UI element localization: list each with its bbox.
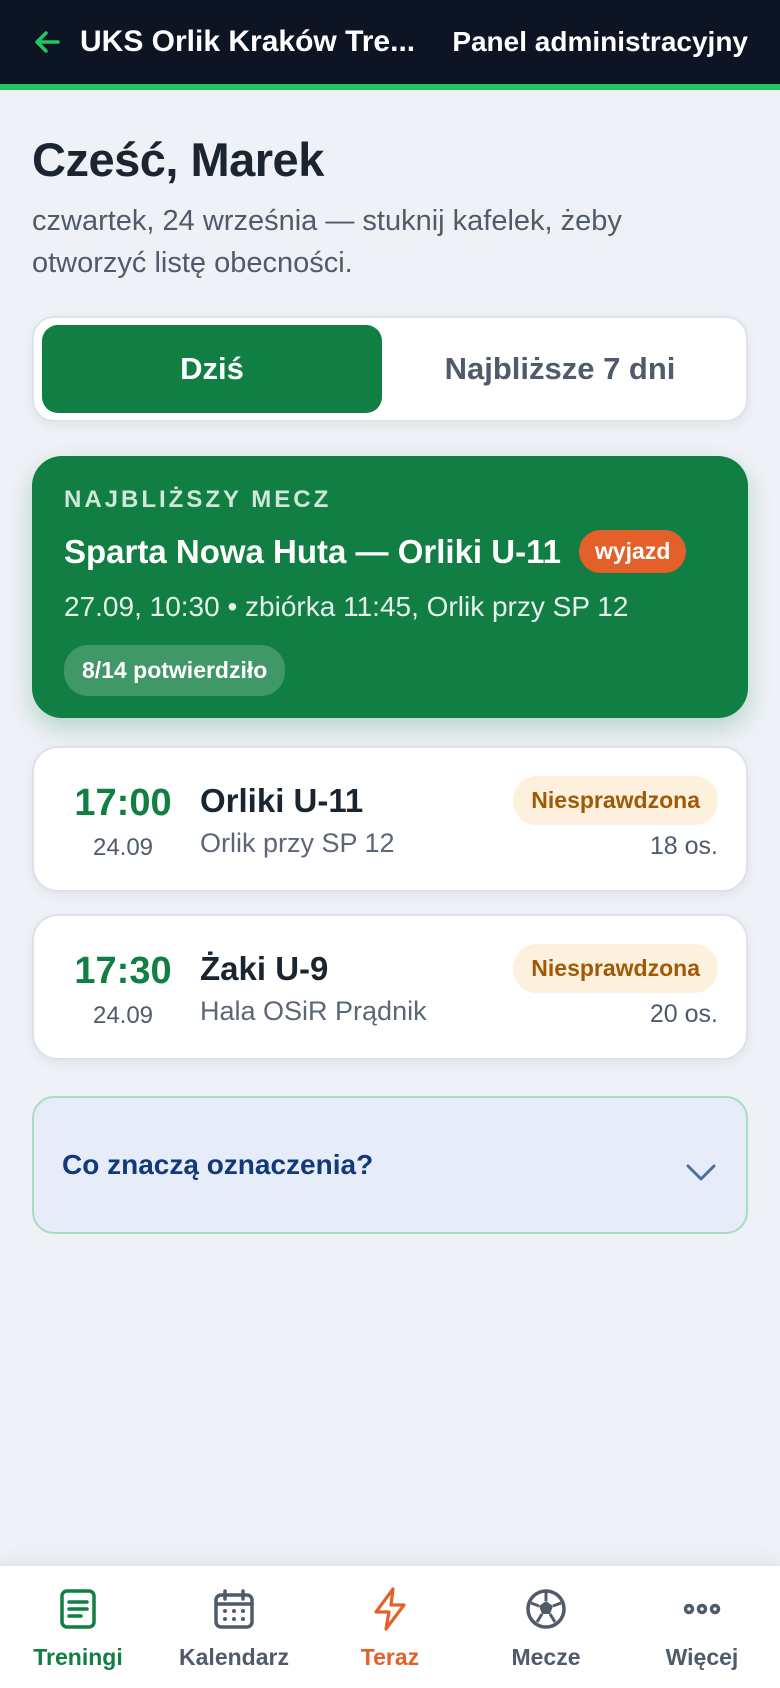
training-card[interactable]: 17:30 24.09 Żaki U-9 Hala OSiR Prądnik N… [32, 914, 748, 1060]
training-group: Żaki U-9 [200, 950, 329, 987]
training-date: 24.09 [92, 834, 154, 861]
confirmed-badge: 8/14 potwierdziło [64, 645, 286, 696]
participant-count: 18 os. [649, 832, 718, 860]
nav-item-teraz[interactable]: Teraz [312, 1566, 468, 1688]
bottom-nav: Treningi Kalendarz Teraz Mecze Więcej [0, 1564, 780, 1688]
match-meta: 27.09, 10:30 • zbiórka 11:45, Orlik przy… [64, 591, 629, 622]
next-match-kicker: NAJBLIŻSZY MECZ [64, 486, 332, 513]
greeting-title: Cześć, Marek [32, 133, 324, 186]
training-place: Orlik przy SP 12 [200, 828, 395, 858]
next-match-card[interactable]: NAJBLIŻSZY MECZ Sparta Nowa Huta — Orlik… [32, 456, 748, 718]
training-card[interactable]: 17:00 24.09 Orliki U-11 Orlik przy SP 12… [32, 746, 748, 892]
greeting-subtitle: czwartek, 24 września — stuknij kafelek,… [32, 205, 622, 279]
training-group: Orliki U-11 [200, 782, 364, 819]
top-bar: UKS Orlik Kraków Tre... Panel administra… [0, 0, 780, 90]
nav-label: Teraz [360, 1644, 420, 1670]
training-place: Hala OSiR Prądnik [200, 996, 427, 1026]
away-badge: wyjazd [578, 530, 687, 573]
nav-label: Więcej [665, 1644, 739, 1670]
participant-count: 20 os. [649, 1000, 718, 1028]
nav-item-kalendarz[interactable]: Kalendarz [156, 1566, 312, 1688]
nav-item-treningi[interactable]: Treningi [0, 1566, 156, 1688]
nav-label: Mecze [511, 1644, 581, 1670]
training-time: 17:30 [74, 950, 172, 992]
nav-item-mecze[interactable]: Mecze [468, 1566, 624, 1688]
legend-title: Co znaczą oznaczenia? [62, 1149, 374, 1180]
nav-label: Kalendarz [179, 1644, 289, 1670]
soccer-ball-icon [523, 1586, 569, 1632]
legend-accordion[interactable]: Co znaczą oznaczenia? [32, 1096, 748, 1234]
nav-item-wiecej[interactable]: Więcej [624, 1566, 780, 1688]
club-title: UKS Orlik Kraków Tre... [80, 25, 416, 58]
clipboard-icon [55, 1586, 101, 1632]
more-dots-icon [679, 1586, 725, 1632]
training-date: 24.09 [92, 1002, 154, 1029]
lightning-icon [367, 1586, 413, 1632]
training-time: 17:00 [74, 782, 172, 824]
tab-today[interactable]: Dziś [42, 325, 382, 413]
status-badge: Niesprawdzona [513, 776, 718, 825]
status-badge: Niesprawdzona [513, 944, 718, 993]
nav-label: Treningi [33, 1644, 123, 1670]
calendar-icon [211, 1586, 257, 1632]
period-tabs: Dziś Najbliższe 7 dni [32, 316, 748, 422]
admin-panel-link[interactable]: Panel administracyjny [452, 26, 748, 58]
match-title: Sparta Nowa Huta — Orliki U-11 [64, 532, 561, 570]
tab-next-7-days[interactable]: Najbliższe 7 dni [382, 325, 738, 413]
chevron-down-icon [684, 1155, 718, 1189]
back-arrow-icon[interactable] [32, 27, 62, 57]
